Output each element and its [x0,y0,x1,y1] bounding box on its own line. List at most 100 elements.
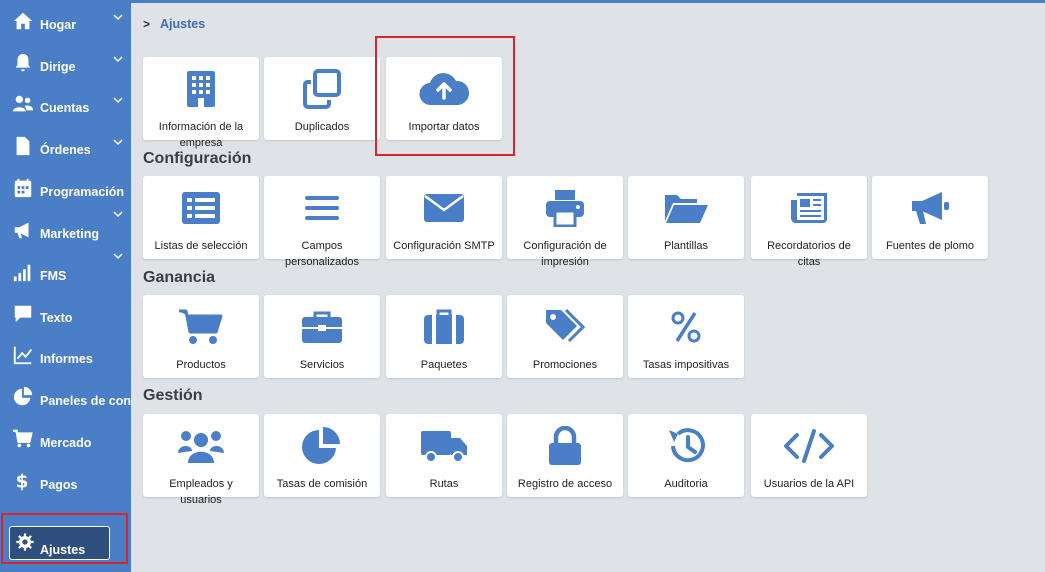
lock-icon [507,426,623,466]
dollar-icon: $ [12,470,34,492]
card-listas-seleccion[interactable]: Listas de selección [143,176,259,259]
import-highlight-box [375,36,515,156]
top-accent-line [0,0,1045,3]
card-label: Configuración de impresión [523,240,607,268]
breadcrumb-current[interactable]: Ajustes [160,17,205,31]
sidebar-item-mercado[interactable]: Mercado [0,426,131,462]
chevron-down-icon[interactable] [113,12,123,22]
card-tasas-impositivas[interactable]: Tasas impositivas [628,295,744,378]
home-icon [12,10,34,32]
card-paquetes[interactable]: Paquetes [386,295,502,378]
sidebar-item-label: Cuentas [40,101,90,115]
card-label: Servicios [299,359,345,371]
percent-icon [628,307,744,347]
card-label: Campos personalizados [285,240,359,268]
briefcase-icon [264,307,380,347]
sidebar-item-ordenes[interactable]: Órdenes [0,133,131,169]
section-title-ganancia: Ganancia [143,269,216,286]
breadcrumb-separator: > [143,17,151,31]
megaphone-icon [12,219,34,241]
sidebar-item-label: Pagos [40,478,78,492]
sidebar-item-pagos[interactable]: $ Pagos [0,468,131,504]
breadcrumb: > Ajustes [143,16,205,32]
card-productos[interactable]: Productos [143,295,259,378]
code-icon [751,426,867,466]
card-label: Tasas de comisión [276,478,368,490]
card-label: Plantillas [663,240,709,252]
card-label: Listas de selección [154,240,248,252]
chart-line-icon [12,344,34,366]
chevron-down-icon[interactable] [113,54,123,64]
card-auditoria[interactable]: Auditoria [628,414,744,497]
card-tasas-comision[interactable]: Tasas de comisión [264,414,380,497]
card-empleados-usuarios[interactable]: Empleados y usuarios [143,414,259,506]
calendar-icon [12,177,34,199]
card-recordatorios-citas[interactable]: Recordatorios de citas [751,176,867,268]
sidebar-item-hogar[interactable]: Hogar [0,8,131,44]
card-label: Auditoria [664,478,708,490]
card-label: Fuentes de plomo [885,240,975,252]
truck-icon [386,426,502,466]
sidebar-item-fms[interactable]: FMS [0,259,131,295]
card-label: Recordatorios de citas [767,240,851,268]
pie-chart-icon [12,386,34,408]
sidebar-item-label: Texto [40,311,73,325]
card-label: Información de la empresa [158,121,244,149]
bars-icon [264,188,380,228]
chevron-down-icon[interactable] [113,137,123,147]
card-rutas[interactable]: Rutas [386,414,502,497]
cart-icon [12,428,34,450]
svg-text:$: $ [16,471,29,492]
newspaper-icon [751,188,867,228]
users-icon [143,426,259,466]
sidebar: Hogar Dirige Cuentas Órdenes Programació… [0,0,131,572]
document-icon [12,135,34,157]
card-label: Configuración SMTP [393,240,495,252]
sidebar-item-dirige[interactable]: Dirige [0,50,131,86]
sidebar-item-label: Programación [40,185,125,199]
suitcase-icon [386,307,502,347]
sidebar-item-marketing[interactable]: Marketing [0,217,131,260]
section-title-configuracion: Configuración [143,150,252,167]
sidebar-item-paneles[interactable]: Paneles de contr [0,384,131,420]
card-duplicados[interactable]: Duplicados [264,57,380,140]
card-campos-personalizados[interactable]: Campos personalizados [264,176,380,268]
clone-icon [264,69,380,109]
card-label: Duplicados [294,121,350,133]
sidebar-item-informes[interactable]: Informes [0,342,131,378]
sidebar-item-cuentas[interactable]: Cuentas [0,91,131,127]
chevron-down-icon[interactable] [113,95,123,105]
cart-icon [143,307,259,347]
card-label: Productos [176,359,226,371]
printer-icon [507,188,623,228]
card-configuracion-smtp[interactable]: Configuración SMTP [386,176,502,259]
sidebar-item-label: Hogar [40,18,77,32]
folder-open-icon [628,188,744,228]
card-informacion-empresa[interactable]: Información de la empresa [143,57,259,149]
card-fuentes-plomo[interactable]: Fuentes de plomo [872,176,988,259]
card-label: Registro de acceso [517,478,613,490]
sidebar-item-programacion[interactable]: Programación [0,175,131,218]
history-icon [628,426,744,466]
sidebar-item-texto[interactable]: Texto [0,301,131,337]
sidebar-item-label: Dirige [40,60,76,74]
card-plantillas[interactable]: Plantillas [628,176,744,259]
sidebar-item-label: Marketing [40,227,100,241]
list-icon [143,188,259,228]
card-configuracion-impresion[interactable]: Configuración de impresión [507,176,623,268]
card-promociones[interactable]: Promociones [507,295,623,378]
card-label: Rutas [429,478,459,490]
card-registro-acceso[interactable]: Registro de acceso [507,414,623,497]
building-icon [143,69,259,109]
sidebar-item-label: Órdenes [40,143,91,157]
pie-chart-icon [264,426,380,466]
bullhorn-icon [872,188,988,228]
card-servicios[interactable]: Servicios [264,295,380,378]
sidebar-item-label: FMS [40,269,67,283]
card-label: Paquetes [420,359,468,371]
settings-highlight-box [1,513,128,564]
signal-icon [12,261,34,283]
section-title-gestion: Gestión [143,387,203,404]
card-usuarios-api[interactable]: Usuarios de la API [751,414,867,497]
sidebar-item-label: Informes [40,352,93,366]
